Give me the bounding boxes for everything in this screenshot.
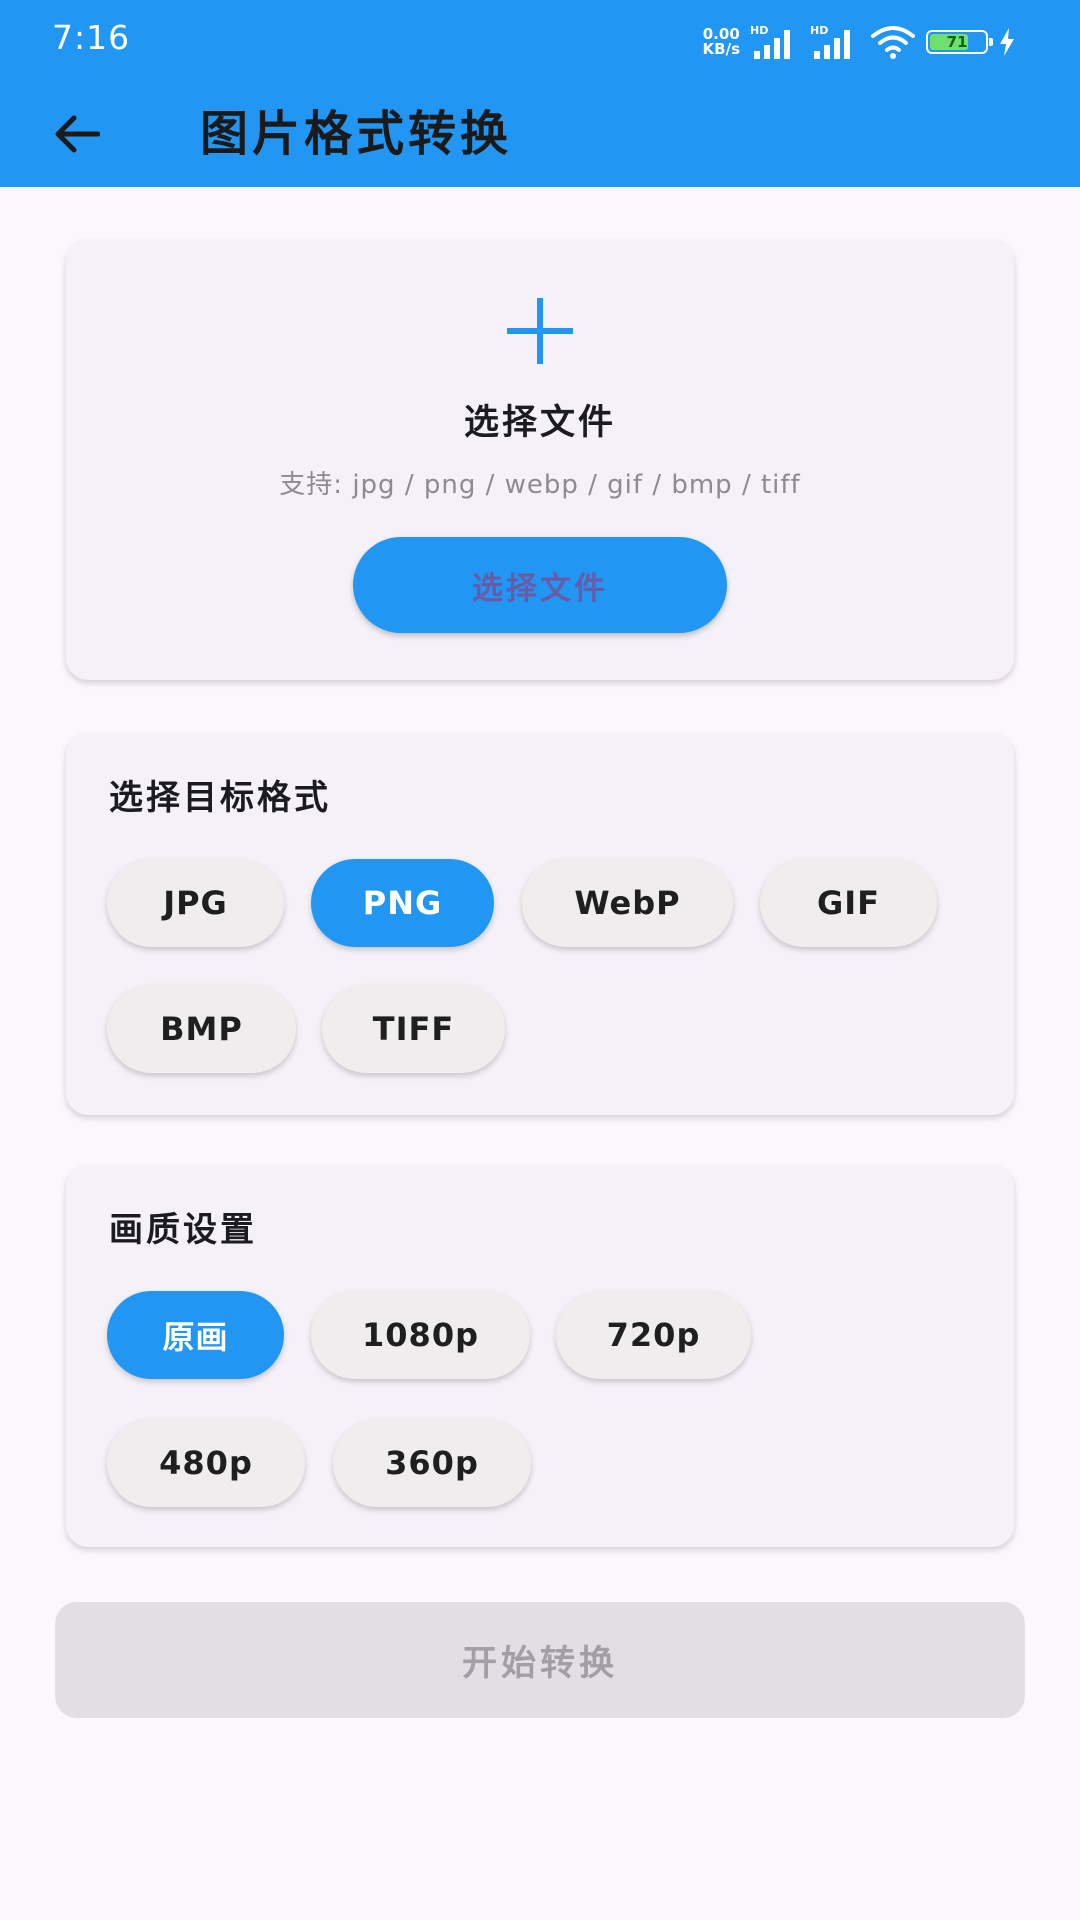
format-chip-png[interactable]: PNG — [311, 859, 494, 947]
quality-card: 画质设置 原画 1080p 720p 480p 360p — [66, 1166, 1014, 1547]
signal-icon-sim1: HD — [750, 25, 800, 59]
status-icons: 0.00 KB/s HD HD 71 — [703, 22, 1016, 62]
app-bar: 图片格式转换 — [0, 80, 1080, 187]
plus-icon[interactable] — [507, 298, 573, 364]
target-format-card: 选择目标格式 JPG PNG WebP GIF BMP TIFF — [66, 734, 1014, 1115]
back-button[interactable] — [46, 104, 106, 164]
status-time: 7:16 — [52, 18, 131, 57]
network-speed-unit: KB/s — [702, 40, 740, 58]
file-picker-card: 选择文件 支持: jpg / png / webp / gif / bmp / … — [66, 240, 1014, 680]
supported-formats-hint: 支持: jpg / png / webp / gif / bmp / tiff — [279, 470, 801, 500]
quality-chip-original[interactable]: 原画 — [107, 1291, 284, 1379]
signal-icon-sim2: HD — [810, 25, 860, 59]
charging-icon — [1000, 28, 1014, 56]
format-chip-tiff[interactable]: TIFF — [322, 985, 505, 1073]
network-speed: 0.00 KB/s — [703, 27, 740, 57]
format-chip-jpg[interactable]: JPG — [107, 859, 284, 947]
page-title: 图片格式转换 — [200, 106, 513, 162]
select-file-button[interactable]: 选择文件 — [353, 537, 727, 633]
quality-chip-480p[interactable]: 480p — [107, 1419, 305, 1507]
wifi-icon — [871, 26, 915, 59]
quality-chip-360p[interactable]: 360p — [333, 1419, 531, 1507]
battery-level: 71 — [946, 33, 968, 51]
start-conversion-button[interactable]: 开始转换 — [55, 1602, 1025, 1718]
format-chip-webp[interactable]: WebP — [522, 859, 733, 947]
format-chip-bmp[interactable]: BMP — [107, 985, 296, 1073]
arrow-left-icon — [55, 115, 100, 153]
format-chip-gif[interactable]: GIF — [760, 859, 937, 947]
quality-chip-720p[interactable]: 720p — [556, 1291, 751, 1379]
file-picker-title: 选择文件 — [463, 403, 616, 443]
status-bar: 7:16 0.00 KB/s HD HD 71 — [0, 0, 1080, 80]
battery-icon: 71 — [926, 30, 993, 54]
target-format-title: 选择目标格式 — [109, 778, 331, 818]
quality-chip-1080p[interactable]: 1080p — [311, 1291, 530, 1379]
quality-title: 画质设置 — [109, 1210, 257, 1250]
